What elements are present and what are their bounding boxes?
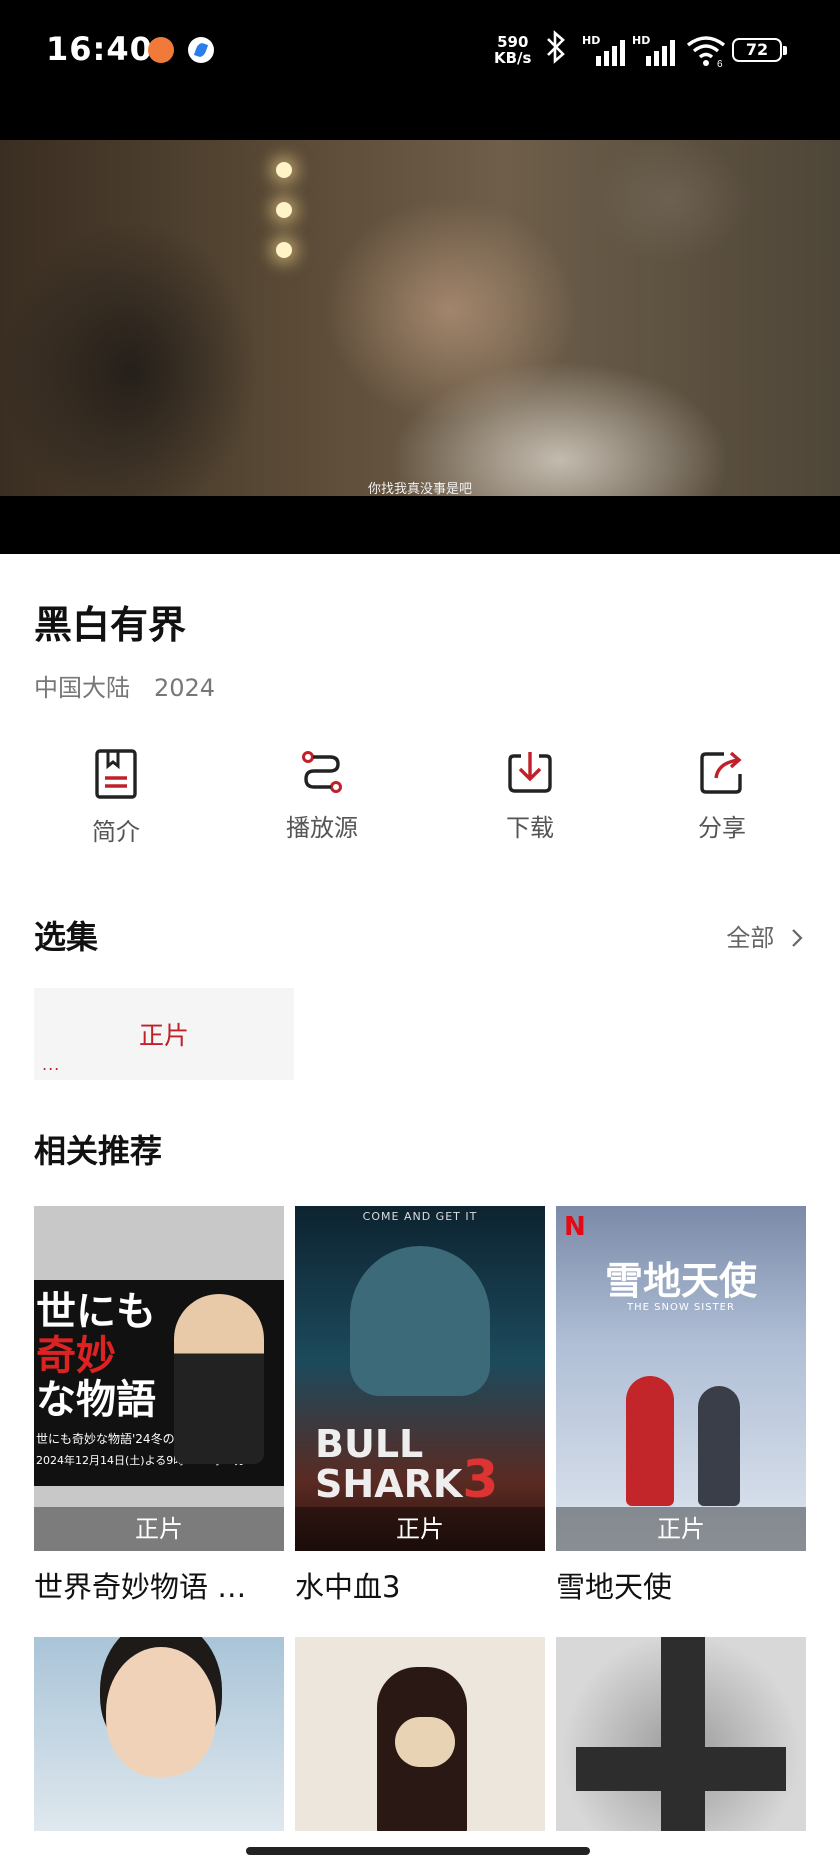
poster-title: BULL SHARK (315, 1422, 463, 1506)
download-icon (508, 752, 552, 793)
poster-figure (626, 1376, 674, 1506)
movie-region: 中国大陆 (34, 674, 130, 702)
battery-icon: 72 (732, 38, 787, 62)
poster-figure (106, 1647, 216, 1777)
net-speed: 590 KB/s (494, 34, 531, 66)
source-button[interactable]: 播放源 (252, 748, 392, 843)
net-speed-unit: KB/s (494, 49, 532, 67)
poster-number: 3 (462, 1450, 499, 1510)
download-label: 下载 (506, 814, 554, 842)
poster-image (34, 1637, 284, 1831)
wifi-band-label: 6 (717, 59, 723, 68)
light-bulb (276, 242, 292, 258)
poster-cross (576, 1747, 786, 1791)
notification-blue-icon (188, 37, 214, 63)
episodes-all-label: 全部 (726, 924, 775, 952)
movie-title: 黑白有界 (34, 603, 187, 647)
poster-tagline: COME AND GET IT (362, 1210, 478, 1223)
intro-button[interactable]: 简介 (46, 748, 186, 847)
poster-text: な物語 (36, 1377, 156, 1423)
signal-icon: HD (582, 34, 625, 66)
share-label: 分享 (698, 814, 746, 842)
poster-image (295, 1637, 545, 1831)
poster-figure (174, 1294, 264, 1464)
sim1-label: HD (582, 34, 601, 47)
poster-image (556, 1637, 806, 1831)
movie-meta: 中国大陆 2024 (34, 668, 215, 703)
poster-badge: 正片 (295, 1507, 545, 1551)
status-time: 16:40 (46, 30, 153, 68)
chevron-right-icon (792, 929, 803, 947)
poster-text: 世にも (36, 1289, 156, 1335)
light-bulb (276, 162, 292, 178)
recommend-name: 水中血3 (295, 1570, 401, 1604)
netflix-logo: N (564, 1212, 586, 1242)
download-button[interactable]: 下载 (460, 748, 600, 843)
net-speed-value: 590 (497, 33, 529, 51)
status-bar: 16:40 590 KB/s HD HD 6 72 (0, 0, 840, 140)
episodes-title: 选集 (34, 918, 99, 956)
poster-cross (661, 1637, 705, 1831)
video-subtitle: 你找我真没事是吧 (367, 482, 472, 497)
poster-figure (698, 1386, 740, 1506)
recommend-title: 相关推荐 (34, 1132, 163, 1170)
poster-image: COME AND GET IT BULL SHARK3 正片 (295, 1206, 545, 1551)
signal-icon: HD (632, 34, 675, 66)
bluetooth-icon (544, 30, 568, 72)
intro-label: 简介 (92, 818, 140, 846)
share-button[interactable]: 分享 (652, 748, 792, 843)
episodes-all-link[interactable]: 全部 (726, 918, 804, 953)
poster-title: 雪地天使 (604, 1259, 757, 1303)
episode-playing-indicator: ... (42, 1055, 61, 1074)
intro-book-icon (95, 749, 137, 799)
poster-badge: 正片 (34, 1507, 284, 1551)
poster-badge: 正片 (556, 1507, 806, 1551)
source-route-icon (302, 751, 342, 793)
poster-text: 奇妙 (36, 1333, 116, 1379)
wifi-icon: 6 (686, 34, 726, 70)
poster-figure (350, 1246, 490, 1396)
poster-detail (395, 1717, 455, 1767)
share-icon (700, 751, 742, 794)
movie-year: 2024 (154, 674, 216, 702)
recommend-name: 雪地天使 (556, 1570, 673, 1604)
episode-label: 正片 (138, 1021, 189, 1050)
video-frame: 你找我真没事是吧 (0, 140, 840, 497)
source-label: 播放源 (286, 814, 358, 842)
poster-image: N 雪地天使 THE SNOW SISTER 正片 (556, 1206, 806, 1551)
poster-subtitle: THE SNOW SISTER (627, 1302, 735, 1313)
notification-orange-icon (148, 37, 174, 63)
video-player[interactable]: 你找我真没事是吧 (0, 140, 840, 554)
episode-chip[interactable]: 正片 ... (34, 988, 294, 1080)
action-row: 简介 播放源 下载 分享 (0, 748, 840, 858)
sim2-label: HD (632, 34, 651, 47)
home-indicator[interactable] (246, 1847, 590, 1855)
light-bulb (276, 202, 292, 218)
poster-image: 世にも 奇妙 な物語 世にも奇妙な物語'24冬の特別編 2024年12月14日(… (34, 1206, 284, 1551)
recommend-name: 世界奇妙物语 … (34, 1570, 247, 1604)
